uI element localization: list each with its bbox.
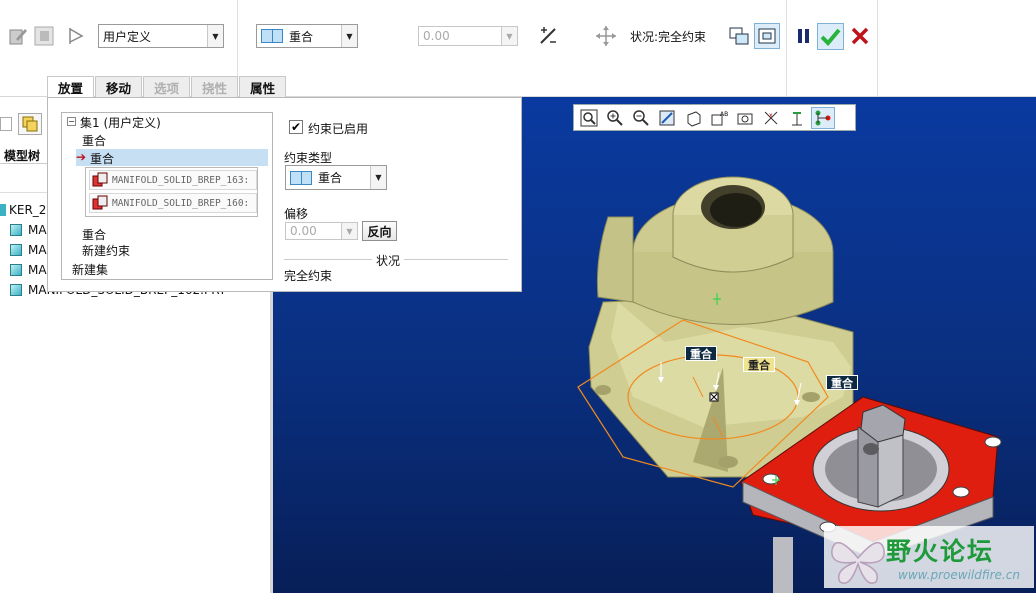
tab-options[interactable]: 选项 [143,76,191,97]
constraint-set-tree: − 集1 (用户定义) 重合 ➔ 重合 MANIFOLD_SOLID_BREP_… [61,112,273,280]
svg-text:x: x [769,112,773,119]
cancel-icon[interactable] [850,26,870,46]
repaint-icon[interactable] [655,107,679,129]
constraint-label[interactable]: 重合 [743,357,775,372]
tree-item[interactable]: MA [10,221,47,239]
svg-text:AB: AB [720,111,728,118]
display-style-icon[interactable] [681,107,705,129]
offset-field[interactable]: 0.00 ▼ [418,26,518,46]
watermark-url: www.proewildfire.cn [898,568,1020,582]
status-text: 状况:完全约束 [630,30,707,44]
spin-center-icon[interactable] [811,106,835,129]
part-icon [10,264,22,276]
view-toolbar: AB x [573,104,856,131]
zoom-fit-icon[interactable] [577,107,601,129]
chevron-down-icon: ▼ [341,25,357,47]
template-value: 用户定义 [103,29,152,44]
template-select[interactable]: 用户定义 ▼ [98,24,224,48]
tab-flexibility[interactable]: 挠性 [191,76,239,97]
status-value: 完全约束 [284,269,333,283]
part-icon [10,244,22,256]
chevron-down-icon: ▼ [370,166,386,189]
coincident-icon [290,170,312,185]
constraint-label[interactable]: 重合 [826,375,858,390]
reference-item[interactable]: MANIFOLD_SOLID_BREP_160: [89,193,257,213]
constraint-type-select[interactable]: 重合 ▼ [256,24,358,48]
tree-item[interactable]: KER_20 [0,201,54,219]
tab-placement[interactable]: 放置 [47,76,95,97]
reference-collector[interactable]: MANIFOLD_SOLID_BREP_163: MANIFOLD_SOLID_… [85,167,258,217]
watermark-title: 野火论坛 [886,537,995,566]
edit-icon[interactable] [8,26,28,46]
flag-icon[interactable] [66,26,86,46]
reference-item[interactable]: MANIFOLD_SOLID_BREP_163: [89,170,257,190]
current-arrow-icon: ➔ [76,150,87,164]
confirm-icon[interactable] [817,23,844,50]
constraint-enabled-checkbox[interactable]: ✔ [289,120,303,134]
chevron-down-icon: ▼ [501,27,517,45]
butterfly-logo-icon [831,541,885,584]
move-component-icon[interactable] [594,24,618,48]
model-tree-tab[interactable]: 模型树 [4,147,40,164]
collapse-icon[interactable]: − [67,117,76,126]
constraint-value: 重合 [289,29,314,44]
forum-watermark: 野火论坛 www.proewildfire.cn [824,526,1034,588]
zoom-in-icon[interactable] [603,107,627,129]
constraint-type-label: 约束类型 [284,151,333,165]
part-reference-icon [92,195,108,210]
zoom-out-icon[interactable] [629,107,653,129]
datum-display-icon[interactable]: x [759,107,783,129]
folder-browser-icon[interactable] [18,113,42,135]
flip-button[interactable]: 反向 [362,221,397,241]
coincident-icon [261,29,283,43]
offset-input[interactable]: 0.00 ▼ [285,222,358,240]
offset-value: 0.00 [423,29,450,43]
annotation-icon[interactable] [785,107,809,129]
divider [404,259,508,260]
placement-panel: − 集1 (用户定义) 重合 ➔ 重合 MANIFOLD_SOLID_BREP_… [47,97,522,292]
window-separate-icon[interactable] [728,25,750,47]
offset-label: 偏移 [284,207,309,221]
chevron-down-icon: ▼ [341,223,357,239]
tab-move[interactable]: 移动 [95,76,143,97]
saved-views-icon[interactable]: AB [707,107,731,129]
constraint-label[interactable]: 重合 [685,346,717,361]
window-combined-icon[interactable] [754,23,780,49]
constraint-enabled-label: 约束已启用 [308,122,369,136]
chevron-down-icon: ▼ [207,25,223,47]
constraint-item-selected[interactable]: ➔ 重合 [76,149,268,166]
panel-tab-icon[interactable] [0,117,12,131]
flip-icon[interactable] [538,26,558,46]
part-reference-icon [92,172,108,187]
constraint-item[interactable]: 重合 [82,132,106,149]
part-icon [10,224,22,236]
pause-icon[interactable] [794,26,814,46]
cube-icon[interactable] [34,26,54,46]
status-header: 状况 [376,254,401,268]
tab-properties[interactable]: 属性 [239,76,287,97]
new-set-item[interactable]: 新建集 [72,261,108,278]
set-label[interactable]: 集1 (用户定义) [80,114,161,131]
constraint-item[interactable]: 重合 [82,226,106,243]
assembly-icon [0,204,6,216]
tree-item[interactable]: MA [10,261,47,279]
new-constraint-item[interactable]: 新建约束 [82,242,130,259]
divider [284,259,372,260]
tree-item[interactable]: MA [10,241,47,259]
constraint-type-dropdown[interactable]: 重合 ▼ [285,165,387,190]
dashboard-tabs: 放置 移动 选项 挠性 属性 [47,76,287,97]
part-icon [10,284,22,296]
perspective-icon[interactable] [733,107,757,129]
